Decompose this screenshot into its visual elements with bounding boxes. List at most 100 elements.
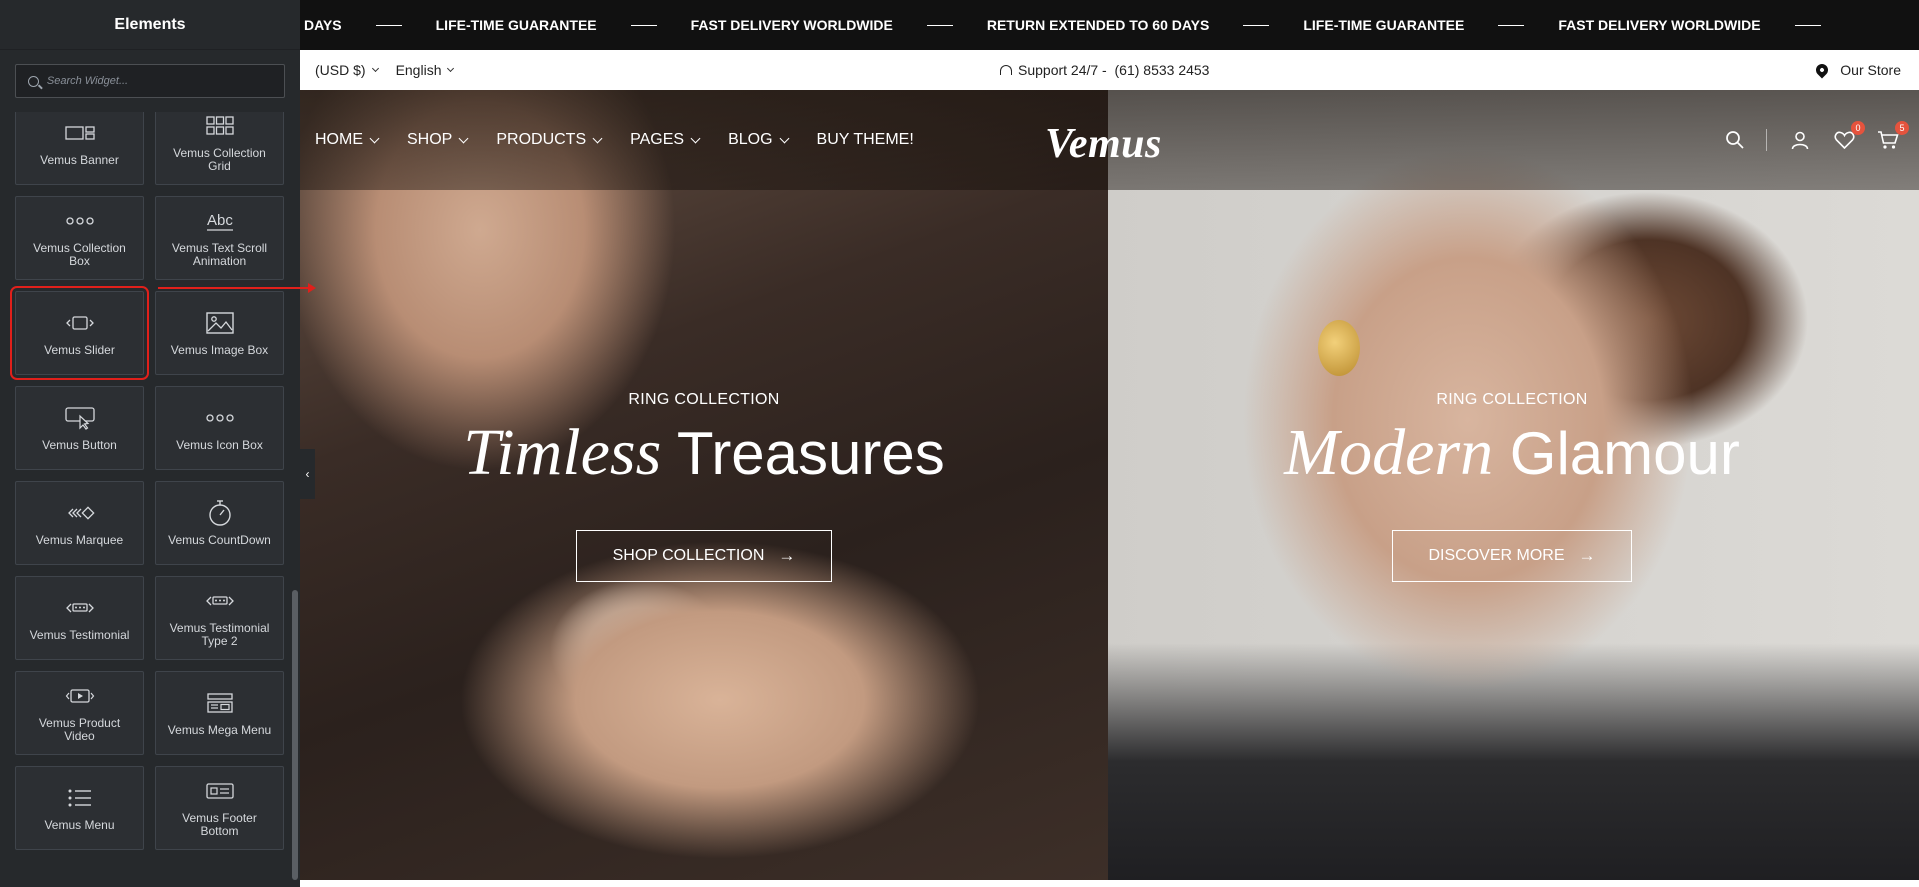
widget-vemus-mega-menu[interactable]: Vemus Mega Menu [155, 671, 284, 755]
marquee-item: FAST DELIVERY WORLDWIDE [690, 17, 893, 33]
panel-scrollbar[interactable] [292, 590, 298, 880]
search-widget-input[interactable] [46, 75, 284, 87]
account-button[interactable] [1789, 129, 1811, 151]
marquee-icon [65, 500, 95, 526]
nav-item-home[interactable]: HOME [315, 131, 380, 149]
testimonial-icon [205, 588, 235, 614]
marquee-item: FAST DELIVERY WORLDWIDE [1558, 17, 1761, 33]
elementor-panel: Elements Vemus Banner Vemus Collection Gr… [0, 0, 300, 887]
widget-label: Vemus Menu [44, 817, 115, 832]
top-info-bar: (USD $) English Support 24/7 - (61) 8533… [300, 50, 1919, 90]
svg-text:Abc: Abc [207, 212, 233, 229]
wishlist-count-badge: 0 [1851, 121, 1865, 135]
marquee-separator [926, 24, 953, 26]
widget-vemus-product-video[interactable]: Vemus Product Video [15, 671, 144, 755]
widget-vemus-icon-box[interactable]: Vemus Icon Box [155, 386, 284, 470]
nav-item-shop[interactable]: SHOP [407, 131, 469, 149]
footer-icon [205, 778, 235, 804]
widget-vemus-text-scroll-animation[interactable]: Abc Vemus Text Scroll Animation [155, 196, 284, 280]
widget-search[interactable] [15, 64, 285, 98]
cart-count-badge: 5 [1895, 121, 1909, 135]
button-label: DISCOVER MORE [1428, 546, 1565, 564]
divider [1766, 129, 1767, 151]
nav-label: PAGES [630, 131, 685, 148]
title-italic: Modern [1284, 416, 1494, 489]
banner-icon [64, 120, 95, 146]
nav-label: SHOP [407, 131, 453, 148]
widget-vemus-slider[interactable]: Vemus Slider [10, 286, 149, 380]
video-icon [65, 683, 95, 709]
currency-selector[interactable]: (USD $) [315, 62, 379, 78]
nav-item-blog[interactable]: BLOG [728, 131, 789, 149]
shop-collection-button[interactable]: SHOP COLLECTION → [576, 529, 832, 582]
chevron-down-icon [458, 133, 469, 143]
widget-vemus-button[interactable]: Vemus Button [15, 386, 144, 470]
widget-vemus-testimonial[interactable]: Vemus Testimonial [15, 576, 144, 660]
location-pin-icon [1813, 61, 1831, 79]
widget-vemus-banner[interactable]: Vemus Banner [15, 112, 144, 185]
discover-more-button[interactable]: DISCOVER MORE → [1392, 529, 1632, 582]
widget-vemus-menu[interactable]: Vemus Menu [15, 766, 144, 850]
nav-menu: HOME SHOP PRODUCTS PAGES BLOG BUY THEME! [315, 131, 943, 149]
earring-detail [1318, 320, 1360, 376]
widget-label: Vemus CountDown [168, 532, 271, 547]
testimonial-icon [65, 595, 95, 621]
widget-vemus-countdown[interactable]: Vemus CountDown [155, 481, 284, 565]
headset-icon [1000, 65, 1012, 75]
widget-label: Vemus Mega Menu [167, 722, 272, 737]
chevron-down-icon [690, 133, 701, 143]
marquee-separator [1243, 24, 1270, 26]
widget-vemus-footer-bottom[interactable]: Vemus Footer Bottom [155, 766, 284, 850]
chevron-down-icon [447, 64, 455, 73]
user-icon [1791, 131, 1809, 150]
heart-icon [1833, 131, 1855, 150]
widget-list: Vemus Banner Vemus Collection Grid Vemus C… [0, 112, 300, 887]
widget-vemus-collection-box[interactable]: Vemus Collection Box [15, 196, 144, 280]
hero-right-content: RING COLLECTION Modern Glamour DISCOVER … [1212, 391, 1812, 582]
support-info[interactable]: Support 24/7 - (61) 8533 2453 [1000, 62, 1209, 78]
site-logo[interactable]: Vemus [1045, 120, 1162, 168]
language-selector[interactable]: English [395, 62, 455, 78]
widget-vemus-collection-grid[interactable]: Vemus Collection Grid [155, 112, 284, 185]
widget-vemus-image-box[interactable]: Vemus Image Box [155, 291, 284, 375]
widget-vemus-marquee[interactable]: Vemus Marquee [15, 481, 144, 565]
slider-icon [65, 310, 95, 336]
button-label: SHOP COLLECTION [612, 546, 765, 564]
wishlist-button[interactable]: 0 [1833, 121, 1865, 151]
marquee-item: DAYS [304, 17, 342, 33]
widget-label: Vemus Image Box [170, 342, 269, 357]
list-icon [67, 785, 93, 811]
marquee-item: LIFE-TIME GUARANTEE [1303, 17, 1465, 33]
our-store-link[interactable]: Our Store [1813, 61, 1901, 79]
widget-label: Vemus Testimonial [29, 627, 130, 642]
hero-right-title: Modern Glamour [1212, 416, 1812, 490]
button-cursor-icon [64, 405, 96, 431]
image-icon [205, 310, 235, 336]
search-button[interactable] [1724, 129, 1746, 151]
arrow-right-icon: → [778, 545, 796, 565]
title-regular: Treasures [676, 420, 945, 487]
chevron-down-icon [371, 64, 379, 73]
widget-label: Vemus Testimonial Type 2 [169, 621, 270, 648]
widget-label: Vemus Text Scroll Animation [171, 241, 268, 268]
widget-label: Vemus Collection Box [33, 241, 126, 268]
nav-item-products[interactable]: PRODUCTS [496, 131, 603, 149]
language-label: English [395, 62, 442, 78]
widget-label: Vemus Banner [40, 152, 119, 167]
nav-item-buy-theme[interactable]: BUY THEME! [817, 131, 914, 149]
widget-label: Vemus Slider [44, 342, 115, 357]
widget-vemus-testimonial-type-2[interactable]: Vemus Testimonial Type 2 [155, 576, 284, 660]
mega-menu-icon [206, 690, 234, 716]
hero-left-content: RING COLLECTION Timless Treasures SHOP C… [404, 391, 1004, 582]
widget-label: Vemus Product Video [38, 716, 121, 743]
chevron-down-icon [592, 133, 603, 143]
cart-button[interactable]: 5 [1877, 121, 1909, 151]
dots-icon [65, 208, 95, 234]
search-icon [1726, 131, 1744, 149]
dots-icon [205, 405, 235, 431]
nav-item-pages[interactable]: PAGES [630, 131, 701, 149]
collapse-panel-button[interactable]: ‹ [300, 449, 315, 499]
marquee-item: RETURN EXTENDED TO 60 DAYS [986, 17, 1210, 33]
marquee-separator [375, 24, 402, 26]
widget-label: Vemus Icon Box [176, 437, 263, 452]
